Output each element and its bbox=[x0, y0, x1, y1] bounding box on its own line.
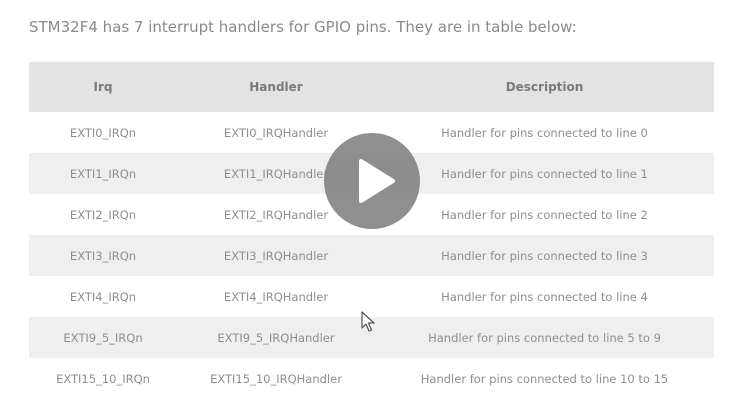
cell-handler: EXTI15_10_IRQHandler bbox=[177, 358, 375, 399]
cell-handler: EXTI4_IRQHandler bbox=[177, 276, 375, 317]
cell-description: Handler for pins connected to line 4 bbox=[375, 276, 714, 317]
mouse-cursor-icon bbox=[361, 311, 377, 333]
cell-irq: EXTI15_10_IRQn bbox=[29, 358, 177, 399]
table-header-row: Irq Handler Description bbox=[29, 62, 714, 112]
table-row: EXTI3_IRQn EXTI3_IRQHandler Handler for … bbox=[29, 235, 714, 276]
cell-description: Handler for pins connected to line 3 bbox=[375, 235, 714, 276]
table-row: EXTI15_10_IRQn EXTI15_10_IRQHandler Hand… bbox=[29, 358, 714, 399]
cell-irq: EXTI0_IRQn bbox=[29, 112, 177, 153]
cell-description: Handler for pins connected to line 1 bbox=[375, 153, 714, 194]
cell-irq: EXTI3_IRQn bbox=[29, 235, 177, 276]
intro-text: STM32F4 has 7 interrupt handlers for GPI… bbox=[29, 18, 577, 36]
gpio-interrupt-table: Irq Handler Description EXTI0_IRQn EXTI0… bbox=[29, 62, 714, 399]
cell-description: Handler for pins connected to line 2 bbox=[375, 194, 714, 235]
column-header-irq: Irq bbox=[29, 62, 177, 112]
cell-description: Handler for pins connected to line 5 to … bbox=[375, 317, 714, 358]
play-icon bbox=[359, 159, 395, 203]
cell-irq: EXTI1_IRQn bbox=[29, 153, 177, 194]
cell-irq: EXTI4_IRQn bbox=[29, 276, 177, 317]
cell-description: Handler for pins connected to line 0 bbox=[375, 112, 714, 153]
cell-irq: EXTI9_5_IRQn bbox=[29, 317, 177, 358]
column-header-description: Description bbox=[375, 62, 714, 112]
play-button[interactable] bbox=[324, 133, 420, 229]
cell-handler: EXTI9_5_IRQHandler bbox=[177, 317, 375, 358]
cell-handler: EXTI3_IRQHandler bbox=[177, 235, 375, 276]
video-player-frame[interactable]: STM32F4 has 7 interrupt handlers for GPI… bbox=[0, 0, 737, 418]
column-header-handler: Handler bbox=[177, 62, 375, 112]
cell-description: Handler for pins connected to line 10 to… bbox=[375, 358, 714, 399]
cell-irq: EXTI2_IRQn bbox=[29, 194, 177, 235]
